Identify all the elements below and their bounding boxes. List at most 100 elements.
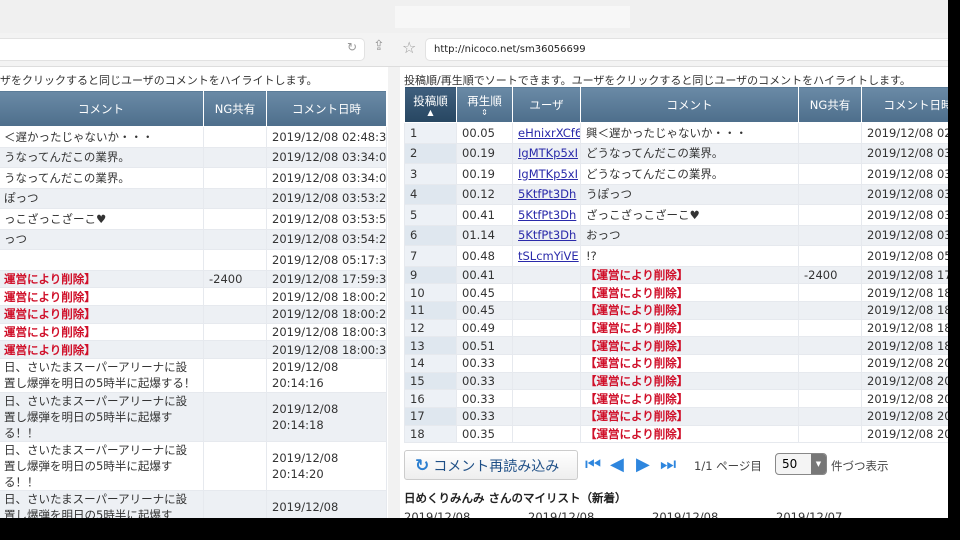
table-row[interactable]: 日、さいたまスーパーアリーナに設置し爆弾を明日の5時半に起爆する！ 2019/12… <box>0 357 387 393</box>
date-cell-text: 2019/12/08 20:14:21 <box>272 499 339 518</box>
table-row[interactable]: 6 01.14 5KtfPt3Dh おっつ 2019/12/08 03:54:24 <box>404 224 948 246</box>
comment-cell-text: ざっこざっこざーこ♥ <box>586 207 700 222</box>
comment-cell: 【運営により削除】 <box>580 424 799 444</box>
user-cell[interactable]: IgMTKp5xI <box>512 163 581 185</box>
first-page-icon[interactable]: ⏮ <box>585 454 601 475</box>
table-row[interactable]: 12 00.49 【運営により削除】 2019/12/08 18:00:38 <box>404 318 948 338</box>
ng-cell <box>798 353 862 373</box>
play-order-cell: 00.33 <box>456 353 513 373</box>
table-row[interactable]: 日、さいたまスーパーアリーナに設置し爆弾を明日の5時半に起爆する！！ 2019/1… <box>0 440 387 491</box>
table-row[interactable]: 2019/12/08 05:17:37 <box>0 249 387 271</box>
user-cell[interactable]: 5KtfPt3Dh <box>512 183 581 205</box>
date-cell: 2019/12/08 03:54:24 <box>266 228 387 250</box>
user-cell[interactable]: IgMTKp5xI <box>512 142 581 164</box>
browser-tab[interactable] <box>395 6 630 28</box>
table-row[interactable]: 2 00.19 IgMTKp5xI どうなってんだこの業界。 2019/12/08 03… <box>404 142 948 164</box>
table-row[interactable]: 16 00.33 【運営により削除】 2019/12/08 20:14:20 <box>404 389 948 408</box>
user-cell <box>512 336 581 355</box>
col-date[interactable]: コメント日時 <box>861 86 948 123</box>
table-row[interactable]: 運営により削除】 -2400 2019/12/08 17:59:31 <box>0 269 387 289</box>
url-field[interactable]: http://nicoco.net/sm36056699 <box>425 38 948 61</box>
table-row[interactable]: 運営により削除】 2019/12/08 18:00:39 <box>0 340 387 359</box>
last-page-icon[interactable]: ⏭ <box>660 454 676 475</box>
table-row[interactable]: うなってんだこの業界。 2019/12/08 03:34:00 <box>0 167 387 189</box>
col-user[interactable]: ユーザ <box>512 86 581 123</box>
reload-comments-button[interactable]: ↻ コメント再読み込み <box>404 450 578 480</box>
table-row[interactable]: 15 00.33 【運営により削除】 2019/12/08 20:14:18 <box>404 371 948 391</box>
left-address-bar[interactable] <box>0 38 365 61</box>
user-cell-text[interactable]: IgMTKp5xI <box>518 146 578 160</box>
user-cell[interactable]: 5KtfPt3Dh <box>512 204 581 226</box>
table-row[interactable]: 3 00.19 IgMTKp5xI どうなってんだこの業界。 2019/12/08 03… <box>404 163 948 185</box>
per-page-select[interactable]: 50 ▼ <box>775 453 827 475</box>
user-cell-text[interactable]: IgMTKp5xI <box>518 167 578 181</box>
user-cell-text[interactable]: 5KtfPt3Dh <box>518 208 576 222</box>
table-row[interactable]: 日、さいたまスーパーアリーナに設置し爆弾を明日の5時半に起爆する！！ 2019/1… <box>0 391 387 442</box>
date-cell-text: 2019/12/08 18:00:23 <box>867 303 948 318</box>
bookmark-star-icon[interactable]: ☆ <box>402 38 416 57</box>
table-row[interactable]: 運営により削除】 2019/12/08 18:00:38 <box>0 322 387 342</box>
table-row[interactable]: 1 00.05 eHnixrXCf6 興＜遅かったじゃないか・・・ 2019/12/08… <box>404 122 948 144</box>
date-cell: 2019/12/08 03:54:24 <box>861 224 948 246</box>
user-cell[interactable]: tSLcmYiVE <box>512 245 581 267</box>
col-ng[interactable]: NG共有 <box>798 86 862 123</box>
share-icon[interactable]: ⇪ <box>373 38 385 54</box>
user-cell-text[interactable]: tSLcmYiVE <box>518 249 579 263</box>
user-cell <box>512 300 581 320</box>
table-row[interactable]: っこざっこざーこ♥ 2019/12/08 03:53:50 <box>0 208 387 230</box>
comment-cell: うなってんだこの業界。 <box>0 146 204 168</box>
table-row[interactable]: 日、さいたまスーパーアリーナに設置し爆弾を明日の5時半に起爆する！！ 2019/1… <box>0 489 387 518</box>
comment-cell: ＜遅かったじゃないか・・・ <box>0 126 204 148</box>
col-post-order[interactable]: 投稿順 ▲ <box>404 86 457 123</box>
play-order-cell: 00.35 <box>456 424 513 444</box>
table-row[interactable]: 17 00.33 【運営により削除】 2019/12/08 20:14:21 <box>404 407 948 426</box>
user-cell <box>512 265 581 285</box>
post-order-cell-text: 18 <box>410 427 425 442</box>
user-cell-text[interactable]: 5KtfPt3Dh <box>518 228 576 242</box>
table-row[interactable]: 運営により削除】 2019/12/08 18:00:21 <box>0 287 387 306</box>
play-order-cell-text: 01.14 <box>462 228 495 243</box>
user-cell-text[interactable]: eHnixrXCf6 <box>518 126 580 140</box>
table-row[interactable]: 11 00.45 【運営により削除】 2019/12/08 18:00:23 <box>404 300 948 320</box>
play-order-cell-text: 00.45 <box>462 303 495 318</box>
table-row[interactable]: 運営により削除】 2019/12/08 18:00:23 <box>0 304 387 324</box>
comment-cell-text: うぽっつ <box>586 187 632 202</box>
table-row[interactable]: 14 00.33 【運営により削除】 2019/12/08 20:14:16 <box>404 353 948 373</box>
table-row[interactable]: ＜遅かったじゃないか・・・ 2019/12/08 02:48:33 <box>0 126 387 148</box>
comment-cell: 【運営により削除】 <box>580 371 799 391</box>
user-cell[interactable]: 5KtfPt3Dh <box>512 224 581 246</box>
tab-bar <box>0 0 948 33</box>
user-cell[interactable]: eHnixrXCf6 <box>512 122 581 144</box>
table-row[interactable]: うなってんだこの業界。 2019/12/08 03:34:00 <box>0 146 387 168</box>
table-row[interactable]: 9 00.41 【運営により削除】 -2400 2019/12/08 17:59:31 <box>404 265 948 285</box>
post-order-cell: 14 <box>404 353 457 373</box>
page-info: 1/1 ページ目 <box>694 459 762 473</box>
screen: ↻ ⇪ ☆ http://nicoco.net/sm36056699 ザをクリッ… <box>0 0 948 518</box>
table-row[interactable]: 7 00.48 tSLcmYiVE!? 2019/12/08 05:17:37 <box>404 245 948 267</box>
table-row[interactable]: 13 00.51 【運営により削除】 2019/12/08 18:00:39 <box>404 336 948 355</box>
user-cell-text[interactable]: 5KtfPt3Dh <box>518 187 576 201</box>
col-comment[interactable]: コメント <box>580 86 799 123</box>
comment-cell-text: ぽっつ <box>4 191 39 206</box>
col-ng[interactable]: NG共有 <box>203 90 267 127</box>
table-row[interactable]: 4 00.12 5KtfPt3Dh うぽっつ 2019/12/08 03:53:22 <box>404 183 948 205</box>
date-cell-text: 2019/12/08 18:00:21 <box>272 289 387 304</box>
user-cell <box>512 353 581 373</box>
ng-cell <box>203 322 267 342</box>
table-row[interactable]: ぽっつ 2019/12/08 03:53:22 <box>0 187 387 209</box>
next-page-icon[interactable]: ▶ <box>636 454 650 475</box>
table-row[interactable]: 10 00.45 【運営により削除】 2019/12/08 18:00:21 <box>404 283 948 302</box>
reload-icon[interactable]: ↻ <box>347 40 357 54</box>
table-row[interactable]: 18 00.35 【運営により削除】 2019/12/08 20:44:05 <box>404 424 948 444</box>
table-row[interactable]: 5 00.41 5KtfPt3Dh ざっこざっこざーこ♥ 2019/12/08 03:5… <box>404 204 948 226</box>
comment-cell-text: 運営により削除】 <box>4 342 96 357</box>
col-play-order[interactable]: 再生順 ⇕ <box>456 86 513 123</box>
col-date[interactable]: コメント日時 <box>266 90 387 127</box>
ng-cell <box>203 440 267 491</box>
date-cell-text: 2019/12/08 03:54:24 <box>867 228 948 243</box>
date-cell-text: 2019/12/08 17:59:31 <box>867 267 948 282</box>
table-row[interactable]: っつ 2019/12/08 03:54:24 <box>0 228 387 250</box>
prev-page-icon[interactable]: ◀ <box>610 454 624 475</box>
col-comment[interactable]: コメント <box>0 90 204 127</box>
date-cell: 2019/12/08 03:53:22 <box>861 183 948 205</box>
